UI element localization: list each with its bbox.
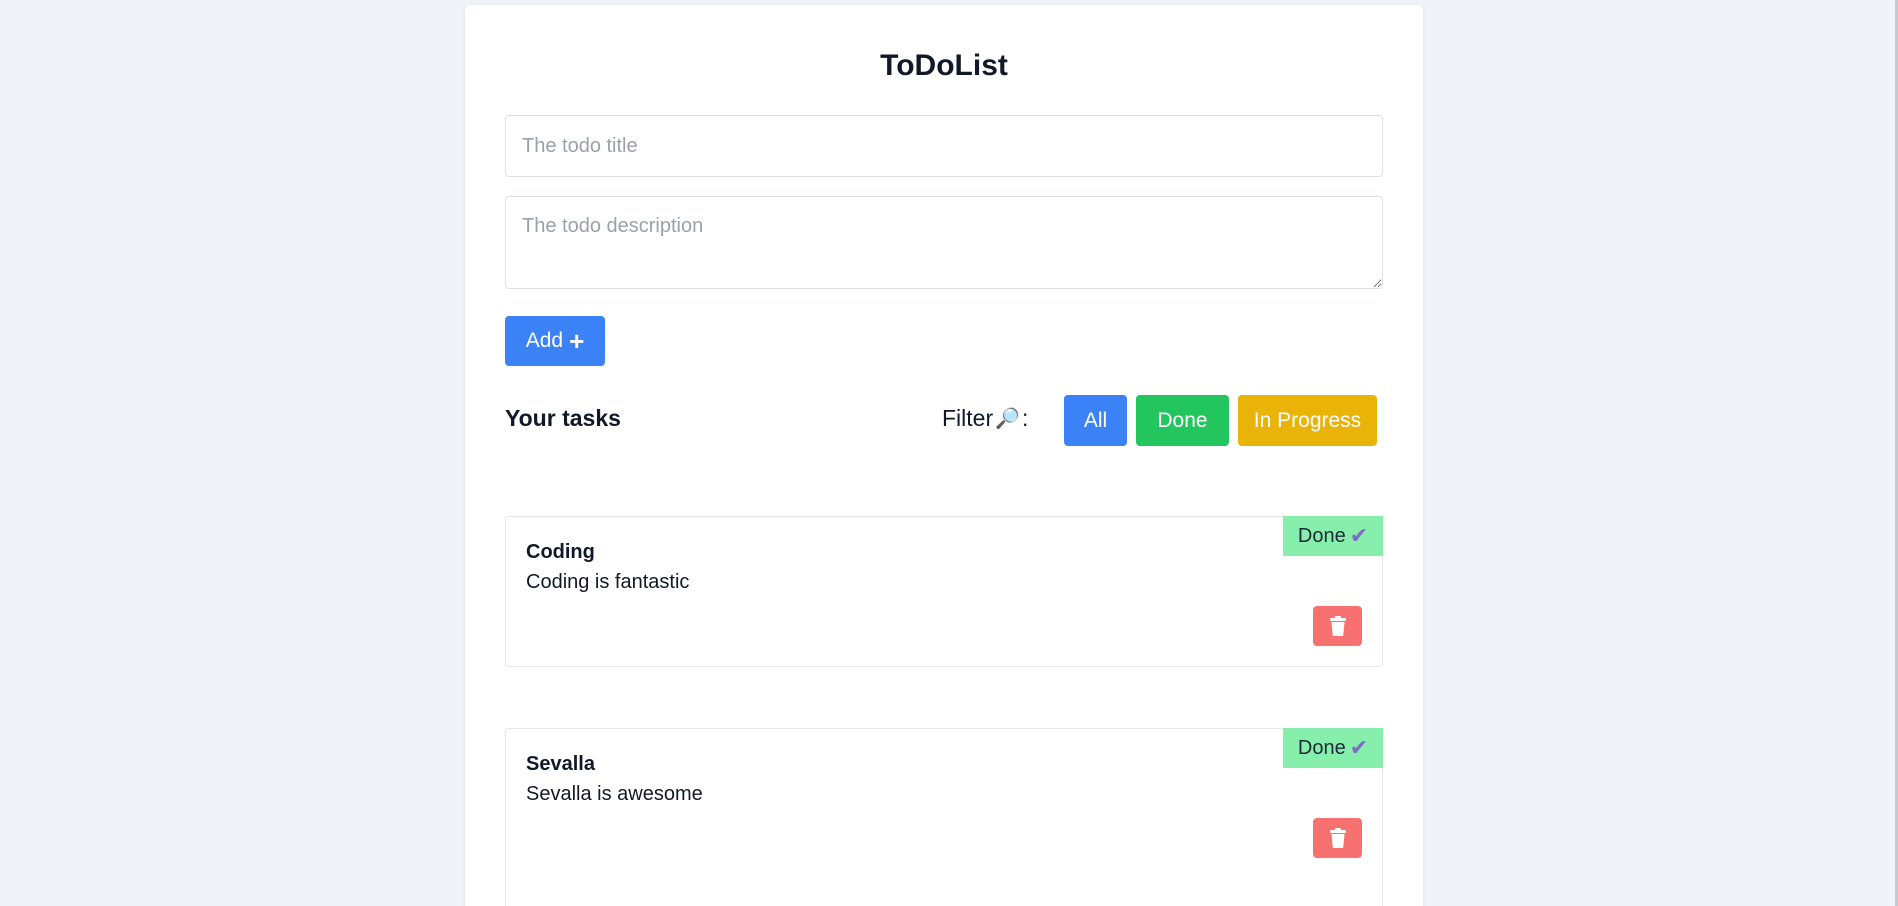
status-badge[interactable]: Done ✔	[1283, 728, 1383, 768]
task-title: Sevalla	[526, 753, 595, 775]
task-title: Coding	[526, 541, 595, 563]
tasks-heading: Your tasks	[505, 405, 621, 431]
filter-label: Filter 🔎 :	[942, 405, 1028, 432]
trash-icon	[1329, 616, 1346, 636]
filter-all-button[interactable]: All	[1064, 395, 1127, 446]
magnifier-icon: 🔎	[995, 408, 1021, 430]
task-card: Done ✔ Sevalla Sevalla is awesome	[505, 728, 1383, 906]
delete-button[interactable]	[1313, 606, 1362, 646]
filter-colon: :	[1022, 405, 1029, 431]
filter-in-progress-button[interactable]: In Progress	[1238, 395, 1377, 446]
status-badge-label: Done	[1297, 736, 1346, 759]
add-button[interactable]: Add +	[505, 316, 605, 366]
plus-icon: +	[569, 326, 585, 356]
trash-icon	[1329, 828, 1346, 848]
task-description: Coding is fantastic	[526, 571, 690, 593]
task-description: Sevalla is awesome	[526, 783, 703, 805]
filter-done-button[interactable]: Done	[1136, 395, 1229, 446]
status-badge[interactable]: Done ✔	[1283, 516, 1383, 556]
delete-button[interactable]	[1313, 818, 1362, 858]
check-icon: ✔	[1349, 735, 1369, 760]
page-title: ToDoList	[880, 49, 1008, 82]
todo-title-input[interactable]	[505, 115, 1383, 177]
filter-label-text: Filter	[942, 405, 994, 431]
check-icon: ✔	[1349, 523, 1369, 548]
todo-description-input[interactable]	[505, 196, 1383, 289]
add-button-label: Add	[525, 329, 564, 352]
task-card: Done ✔ Coding Coding is fantastic	[505, 516, 1383, 667]
status-badge-label: Done	[1297, 524, 1346, 547]
page: ToDoList Add + Your tasks Filter 🔎 : All…	[0, 0, 1898, 906]
todo-card: ToDoList Add + Your tasks Filter 🔎 : All…	[465, 5, 1423, 906]
